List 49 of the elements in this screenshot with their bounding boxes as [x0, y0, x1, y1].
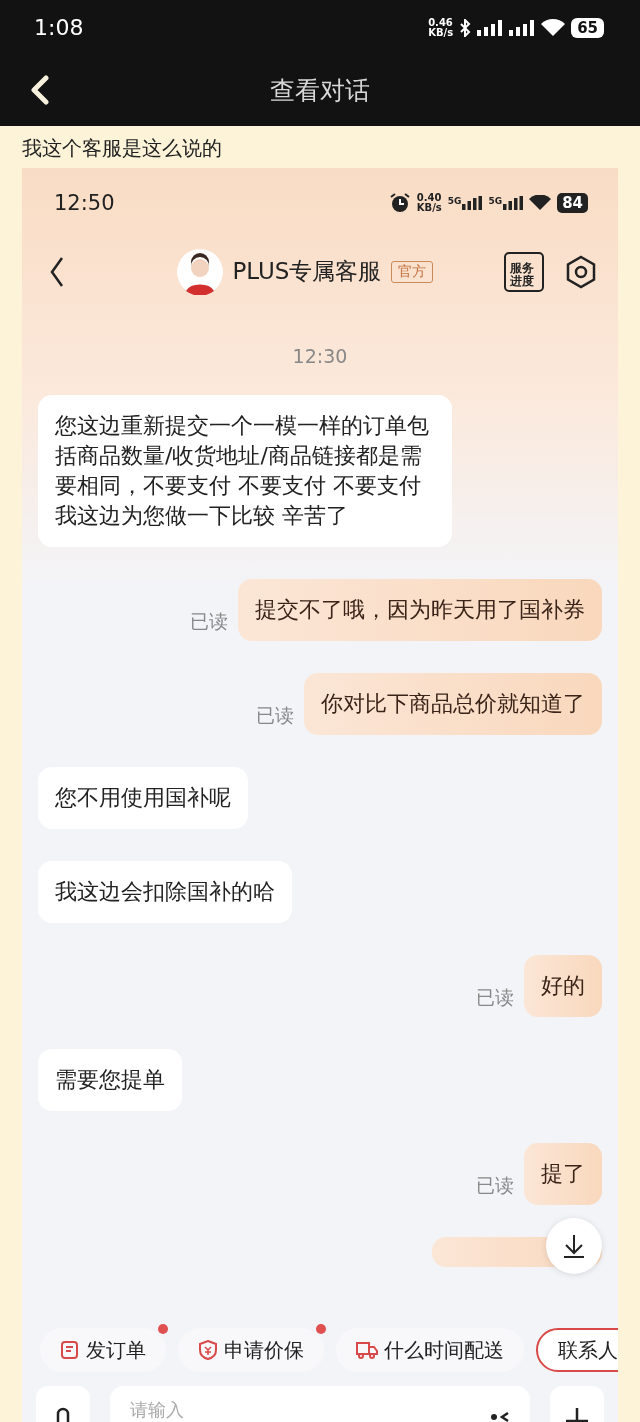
avatar: [176, 248, 223, 295]
document-icon: [60, 1340, 80, 1360]
message-bubble: 提交不了哦，因为昨天用了国补券: [238, 579, 602, 641]
network-type-label: 5G: [488, 196, 503, 206]
quick-action-chip[interactable]: 联系人: [536, 1328, 618, 1372]
official-badge: 官方: [391, 260, 434, 283]
scroll-down-button[interactable]: [546, 1218, 602, 1274]
caption-text: 我这个客服是这么说的: [21, 135, 223, 162]
read-status: 已读: [190, 609, 228, 634]
message-bubble: 您这边重新提交一个一模一样的订单包括商品数量/收货地址/商品链接都是需要相同，不要支付 不要支付 不要支付我这边为您做一下比较 辛苦了: [38, 395, 452, 547]
status-time: 1:08: [34, 15, 84, 40]
plus-icon: [564, 1406, 590, 1422]
battery-indicator: 65: [571, 17, 604, 38]
wifi-icon: [541, 18, 566, 37]
download-arrow-icon: [562, 1233, 586, 1259]
alarm-clock-icon: [388, 192, 411, 214]
signal-icon: [503, 196, 524, 210]
signal-icon: [477, 19, 504, 36]
network-speed: 0.40 KB/s: [416, 193, 442, 213]
chat-title: PLUS专属客服: [232, 257, 382, 286]
message-bubble: 您不用使用国补呢: [38, 767, 248, 829]
read-status: 已读: [256, 703, 294, 728]
bluetooth-icon: [459, 18, 472, 37]
shield-icon: [198, 1340, 218, 1360]
service-progress-button[interactable]: 服务进度: [504, 251, 544, 292]
emoji-icon: [490, 1412, 510, 1422]
microphone-icon: [54, 1406, 72, 1422]
read-status: 已读: [476, 985, 514, 1010]
voice-button[interactable]: [36, 1386, 90, 1422]
page-title: 查看对话: [270, 75, 370, 107]
message-bubble: 好的: [524, 955, 602, 1017]
truck-icon: [356, 1340, 378, 1360]
signal-icon: [509, 19, 536, 36]
message-bubble: 你对比下商品总价就知道了: [304, 673, 602, 735]
add-button[interactable]: [550, 1386, 604, 1422]
message-bubble: 提了: [524, 1143, 602, 1205]
read-status: 已读: [476, 1173, 514, 1198]
message-bubble: 我这边会扣除国补的哈: [38, 861, 292, 923]
network-type-label: 5G: [447, 196, 462, 206]
back-icon[interactable]: [30, 75, 50, 105]
battery-indicator: 84: [557, 193, 588, 213]
timestamp: 12:30: [291, 345, 349, 367]
network-speed: 0.46 KB/s: [428, 17, 454, 38]
status-time: 12:50: [54, 191, 115, 215]
message-bubble: 需要您提单: [38, 1049, 182, 1111]
wifi-icon: [529, 195, 552, 211]
quick-action-chip[interactable]: 什么时间配送: [336, 1328, 524, 1372]
signal-icon: [462, 196, 483, 210]
settings-icon[interactable]: [564, 254, 598, 289]
